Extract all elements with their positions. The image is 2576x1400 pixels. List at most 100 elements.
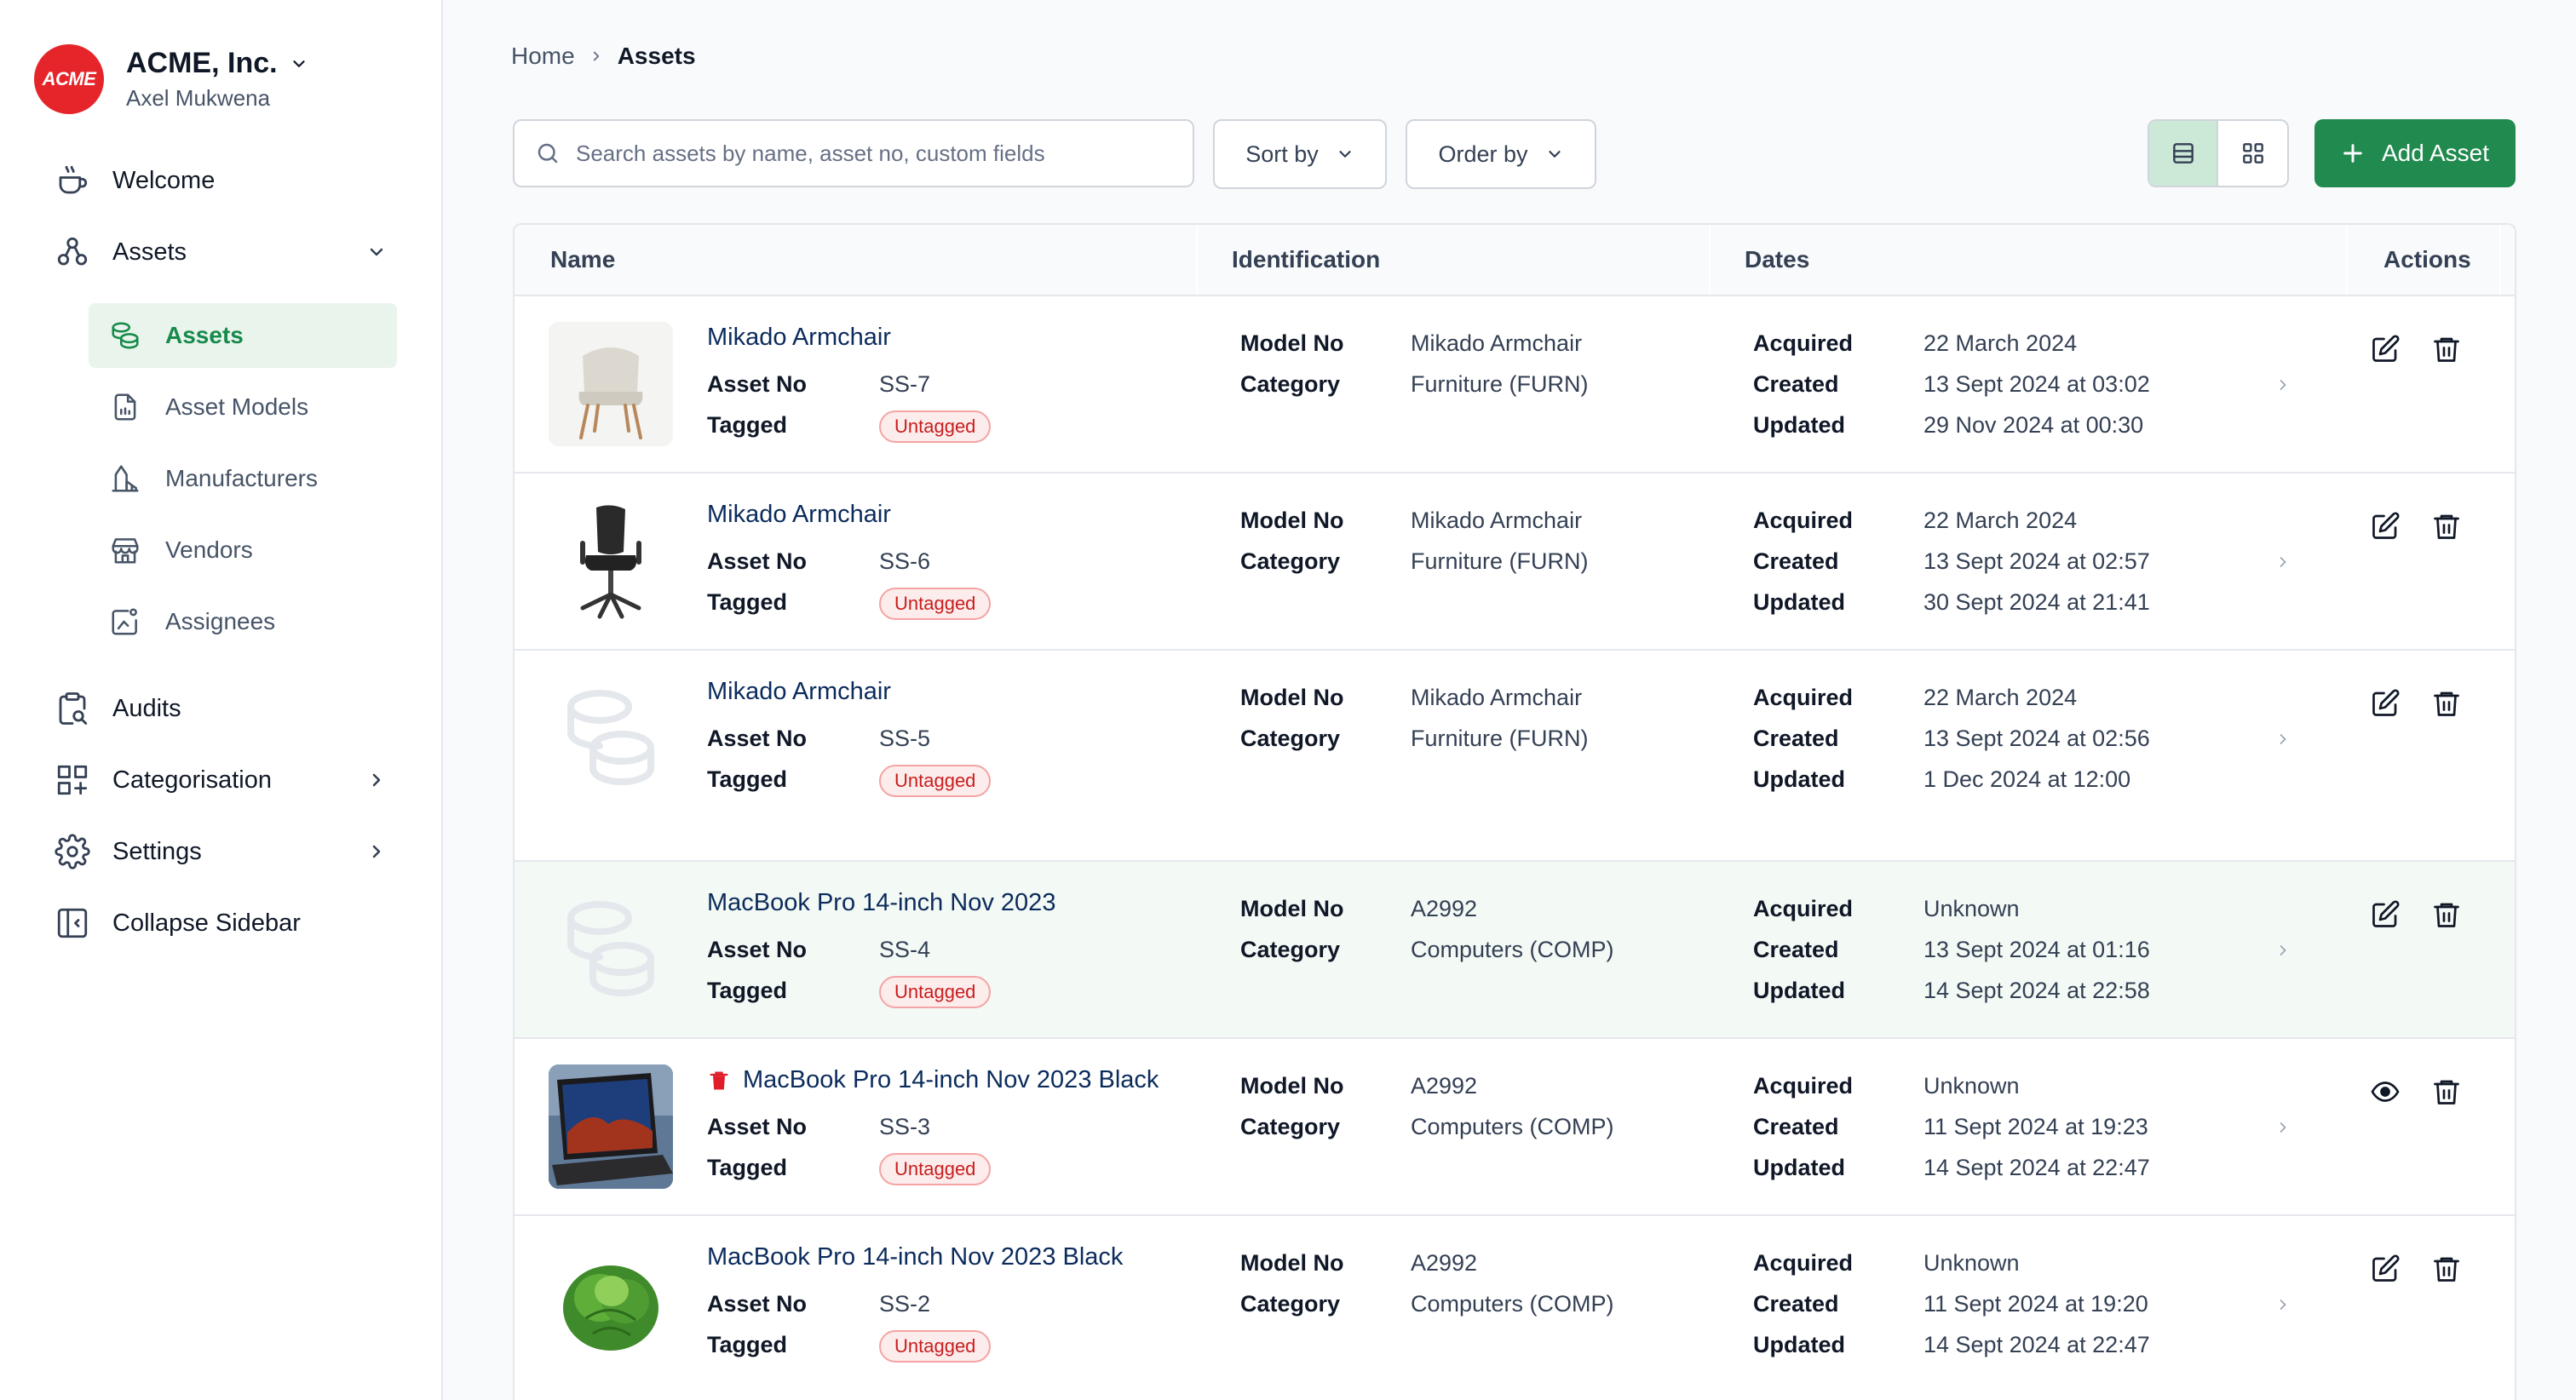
edit-icon[interactable] bbox=[2370, 688, 2401, 719]
factory-icon bbox=[112, 465, 139, 492]
asset-name[interactable]: MacBook Pro 14-inch Nov 2023 Black bbox=[743, 1066, 1159, 1094]
created-value: 11 Sept 2024 at 19:23 bbox=[1923, 1114, 2148, 1139]
list-view-button[interactable] bbox=[2149, 121, 2219, 186]
nav-assets[interactable]: Assets bbox=[55, 227, 187, 278]
tagged-label: Tagged bbox=[707, 766, 787, 792]
trash-icon[interactable] bbox=[2431, 899, 2462, 930]
model-no-label: Model No bbox=[1240, 1250, 1344, 1276]
add-asset-button[interactable]: Add Asset bbox=[2314, 119, 2516, 187]
asset-name[interactable]: Mikado Armchair bbox=[707, 678, 891, 706]
edit-icon[interactable] bbox=[2370, 1254, 2401, 1284]
nav-collapse-label: Collapse Sidebar bbox=[112, 909, 301, 937]
sort-by-dropdown[interactable]: Sort by bbox=[1213, 119, 1387, 189]
user-square-icon bbox=[112, 608, 137, 635]
coins-icon bbox=[112, 322, 139, 349]
nav-categorisation[interactable]: Categorisation bbox=[55, 755, 272, 806]
tagged-label: Tagged bbox=[707, 589, 787, 615]
chevron-right-icon[interactable] bbox=[366, 841, 387, 862]
table-row[interactable]: Mikado Armchair Asset No SS-6 Tagged Unt… bbox=[515, 473, 2515, 651]
category-label: Category bbox=[1240, 726, 1341, 751]
table-row[interactable]: MacBook Pro 14-inch Nov 2023 Black Asset… bbox=[515, 1216, 2515, 1400]
updated-value: 29 Nov 2024 at 00:30 bbox=[1923, 412, 2144, 438]
tagged-label: Tagged bbox=[707, 412, 787, 438]
trash-icon[interactable] bbox=[2431, 1076, 2462, 1107]
deleted-trash-icon bbox=[710, 1071, 728, 1089]
edit-icon[interactable] bbox=[2370, 511, 2401, 542]
sidebar-item-assets[interactable]: Assets bbox=[89, 303, 397, 368]
acquired-label: Acquired bbox=[1753, 685, 1854, 710]
sidebar-item-manufacturers[interactable]: Manufacturers bbox=[89, 446, 397, 511]
asset-name-link[interactable]: Mikado Armchair bbox=[707, 501, 891, 529]
chevron-right-icon bbox=[2280, 380, 2286, 390]
tagged-label: Tagged bbox=[707, 1155, 787, 1180]
trash-icon[interactable] bbox=[2431, 688, 2462, 719]
table-row[interactable]: Mikado Armchair Asset No SS-5 Tagged Unt… bbox=[515, 651, 2515, 862]
trash-icon[interactable] bbox=[2431, 334, 2462, 364]
edit-icon[interactable] bbox=[2370, 334, 2401, 364]
assets-icon bbox=[57, 237, 88, 266]
asset-name[interactable]: Mikado Armchair bbox=[707, 501, 891, 529]
breadcrumb-home[interactable]: Home bbox=[511, 43, 575, 70]
order-by-dropdown[interactable]: Order by bbox=[1406, 119, 1596, 189]
category-value: Furniture (FURN) bbox=[1411, 726, 1589, 751]
coffee-icon bbox=[59, 165, 88, 194]
user-name: Axel Mukwena bbox=[126, 85, 271, 111]
model-no-value: A2992 bbox=[1411, 896, 1478, 921]
table-row[interactable]: Mikado Armchair Asset No SS-7 Tagged Unt… bbox=[515, 296, 2515, 473]
model-no-value: A2992 bbox=[1411, 1073, 1478, 1099]
nav-settings[interactable]: Settings bbox=[55, 826, 202, 877]
sidebar-item-label: Asset Models bbox=[165, 393, 309, 420]
org-name-label: ACME, Inc. bbox=[126, 47, 278, 79]
breadcrumb-current: Assets bbox=[617, 43, 696, 69]
search-box[interactable] bbox=[513, 119, 1194, 187]
created-label: Created bbox=[1753, 1114, 1839, 1139]
sidebar-item-assignees[interactable]: Assignees bbox=[89, 589, 397, 654]
asset-name-link[interactable]: Mikado Armchair bbox=[707, 324, 891, 352]
trash-icon[interactable] bbox=[2431, 1254, 2462, 1284]
edit-icon[interactable] bbox=[2370, 899, 2401, 930]
nav-welcome[interactable]: Welcome bbox=[55, 155, 215, 206]
asset-name[interactable]: MacBook Pro 14-inch Nov 2023 Black bbox=[707, 1243, 1123, 1271]
acquired-value: 22 March 2024 bbox=[1923, 330, 2078, 356]
asset-name-link[interactable]: MacBook Pro 14-inch Nov 2023 bbox=[707, 889, 1055, 917]
placeholder-icon bbox=[567, 690, 654, 785]
created-label: Created bbox=[1753, 1291, 1839, 1317]
nav-audits[interactable]: Audits bbox=[55, 683, 181, 734]
acquired-value: 22 March 2024 bbox=[1923, 685, 2078, 710]
chevron-right-icon bbox=[2280, 1122, 2286, 1133]
nav-collapse-sidebar[interactable]: Collapse Sidebar bbox=[55, 898, 301, 949]
lettuce-image bbox=[549, 1242, 673, 1366]
asset-name[interactable]: MacBook Pro 14-inch Nov 2023 bbox=[707, 889, 1055, 917]
asset-name[interactable]: Mikado Armchair bbox=[707, 324, 891, 352]
file-icon bbox=[114, 393, 136, 421]
col-name[interactable]: Name bbox=[550, 225, 615, 295]
sidebar-item-label: Manufacturers bbox=[165, 465, 318, 491]
chevron-right-icon[interactable] bbox=[366, 770, 387, 790]
table-row[interactable]: MacBook Pro 14-inch Nov 2023 Asset No SS… bbox=[515, 862, 2515, 1039]
created-label: Created bbox=[1753, 726, 1839, 751]
status-badge: Untagged bbox=[879, 1330, 992, 1363]
acquired-value: 22 March 2024 bbox=[1923, 508, 2078, 533]
chevron-down-icon bbox=[1339, 151, 1351, 158]
table-row[interactable]: MacBook Pro 14-inch Nov 2023 Black Asset… bbox=[515, 1039, 2515, 1216]
created-value: 11 Sept 2024 at 19:20 bbox=[1923, 1291, 2148, 1317]
search-input[interactable] bbox=[576, 140, 1172, 167]
col-dates[interactable]: Dates bbox=[1745, 225, 1809, 295]
org-switcher[interactable]: ACME ACME, Inc. Axel Mukwena bbox=[34, 44, 308, 114]
asset-thumbnail bbox=[549, 887, 673, 1012]
asset-no-label: Asset No bbox=[707, 726, 808, 751]
order-by-label: Order by bbox=[1438, 141, 1528, 167]
asset-name-link[interactable]: MacBook Pro 14-inch Nov 2023 Black bbox=[707, 1243, 1123, 1271]
sidebar-item-asset-models[interactable]: Asset Models bbox=[89, 375, 397, 439]
grid-view-button[interactable] bbox=[2218, 121, 2287, 186]
eye-icon[interactable] bbox=[2370, 1076, 2401, 1107]
chevron-down-icon[interactable] bbox=[366, 242, 387, 262]
asset-name-link[interactable]: MacBook Pro 14-inch Nov 2023 Black bbox=[707, 1066, 1159, 1094]
acquired-value: Unknown bbox=[1923, 896, 2020, 921]
col-identification[interactable]: Identification bbox=[1232, 225, 1380, 295]
updated-label: Updated bbox=[1753, 412, 1845, 438]
view-toggle bbox=[2148, 119, 2289, 187]
trash-icon[interactable] bbox=[2431, 511, 2462, 542]
asset-name-link[interactable]: Mikado Armchair bbox=[707, 678, 891, 706]
sidebar-item-vendors[interactable]: Vendors bbox=[89, 518, 397, 582]
